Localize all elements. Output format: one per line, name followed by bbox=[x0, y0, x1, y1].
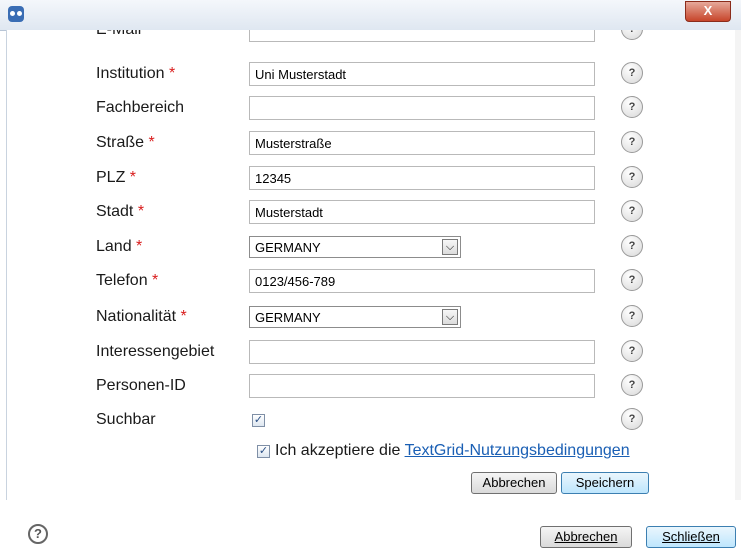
vertical-scrollbar[interactable] bbox=[735, 30, 741, 500]
land-select-value: GERMANY bbox=[255, 240, 321, 255]
close-button-label: Schließen bbox=[662, 529, 720, 544]
dialog-footer: ? Abbrechen Schließen bbox=[0, 500, 741, 558]
plz-field[interactable]: 12345 bbox=[249, 166, 595, 190]
terms-link[interactable]: TextGrid-Nutzungsbedingungen bbox=[405, 442, 630, 459]
fachbereich-field[interactable] bbox=[249, 96, 595, 120]
personen-id-field[interactable] bbox=[249, 374, 595, 398]
institution-label: Institution * bbox=[96, 65, 176, 82]
institution-field[interactable]: Uni Musterstadt bbox=[249, 62, 595, 86]
row-fachbereich: Fachbereich ? bbox=[7, 96, 736, 122]
nationalitaet-select-value: GERMANY bbox=[255, 310, 321, 325]
form-scroll-area: E-Mail ? Institution * Uni Musterstadt ?… bbox=[6, 30, 737, 500]
chevron-down-icon[interactable]: ⌵ bbox=[442, 309, 458, 325]
row-interessengebiet: Interessengebiet ? bbox=[7, 340, 736, 366]
close-button[interactable]: Schließen bbox=[646, 526, 736, 548]
row-plz: PLZ * 12345 ? bbox=[7, 166, 736, 192]
row-suchbar: Suchbar ✓ ? bbox=[7, 408, 736, 434]
email-help-icon[interactable]: ? bbox=[621, 30, 643, 40]
strasse-help-icon[interactable]: ? bbox=[621, 131, 643, 153]
row-strasse: Straße * Musterstraße ? bbox=[7, 131, 736, 157]
nationalitaet-select[interactable]: GERMANY ⌵ bbox=[249, 306, 461, 328]
terms-checkbox[interactable]: ✓ bbox=[257, 445, 270, 458]
telefon-field[interactable]: 0123/456-789 bbox=[249, 269, 595, 293]
cancel-button[interactable]: Abbrechen bbox=[540, 526, 632, 548]
fachbereich-label: Fachbereich bbox=[96, 99, 185, 116]
row-nationalitaet: Nationalität * GERMANY ⌵ ? bbox=[7, 305, 736, 331]
row-stadt: Stadt * Musterstadt ? bbox=[7, 200, 736, 226]
row-telefon: Telefon * 0123/456-789 ? bbox=[7, 269, 736, 295]
email-label: E-Mail bbox=[96, 30, 141, 39]
stadt-field[interactable]: Musterstadt bbox=[249, 200, 595, 224]
personen-id-help-icon[interactable]: ? bbox=[621, 374, 643, 396]
fachbereich-help-icon[interactable]: ? bbox=[621, 96, 643, 118]
land-select[interactable]: GERMANY ⌵ bbox=[249, 236, 461, 258]
stadt-help-icon[interactable]: ? bbox=[621, 200, 643, 222]
row-institution: Institution * Uni Musterstadt ? bbox=[7, 62, 736, 88]
interessengebiet-help-icon[interactable]: ? bbox=[621, 340, 643, 362]
suchbar-checkbox[interactable]: ✓ bbox=[252, 414, 265, 427]
terms-label: Ich akzeptiere die TextGrid-Nutzungsbedi… bbox=[275, 442, 630, 459]
row-land: Land * GERMANY ⌵ ? bbox=[7, 235, 736, 261]
window-close-button[interactable]: X bbox=[685, 1, 731, 22]
suchbar-help-icon[interactable]: ? bbox=[621, 408, 643, 430]
telefon-help-icon[interactable]: ? bbox=[621, 269, 643, 291]
chevron-down-icon[interactable]: ⌵ bbox=[442, 239, 458, 255]
nationalitaet-label: Nationalität * bbox=[96, 308, 187, 325]
stadt-label: Stadt * bbox=[96, 203, 145, 220]
interessengebiet-field[interactable] bbox=[249, 340, 595, 364]
form-save-button[interactable]: Speichern bbox=[561, 472, 649, 494]
plz-help-icon[interactable]: ? bbox=[621, 166, 643, 188]
institution-help-icon[interactable]: ? bbox=[621, 62, 643, 84]
window-titlebar: X bbox=[0, 0, 741, 31]
form-cancel-button[interactable]: Abbrechen bbox=[471, 472, 557, 494]
nationalitaet-help-icon[interactable]: ? bbox=[621, 305, 643, 327]
row-personen-id: Personen-ID ? bbox=[7, 374, 736, 400]
interessengebiet-label: Interessengebiet bbox=[96, 343, 215, 360]
cancel-button-label: Abbrechen bbox=[554, 529, 618, 544]
personen-id-label: Personen-ID bbox=[96, 377, 186, 394]
question-mark-icon[interactable]: ? bbox=[28, 524, 48, 544]
suchbar-label: Suchbar bbox=[96, 411, 156, 428]
plz-label: PLZ * bbox=[96, 169, 137, 186]
owl-app-icon bbox=[8, 6, 24, 22]
strasse-label: Straße * bbox=[96, 134, 155, 151]
row-email: E-Mail ? bbox=[7, 30, 736, 44]
land-label: Land * bbox=[96, 238, 143, 255]
telefon-label: Telefon * bbox=[96, 272, 159, 289]
land-help-icon[interactable]: ? bbox=[621, 235, 643, 257]
strasse-field[interactable]: Musterstraße bbox=[249, 131, 595, 155]
email-field[interactable] bbox=[249, 30, 595, 42]
